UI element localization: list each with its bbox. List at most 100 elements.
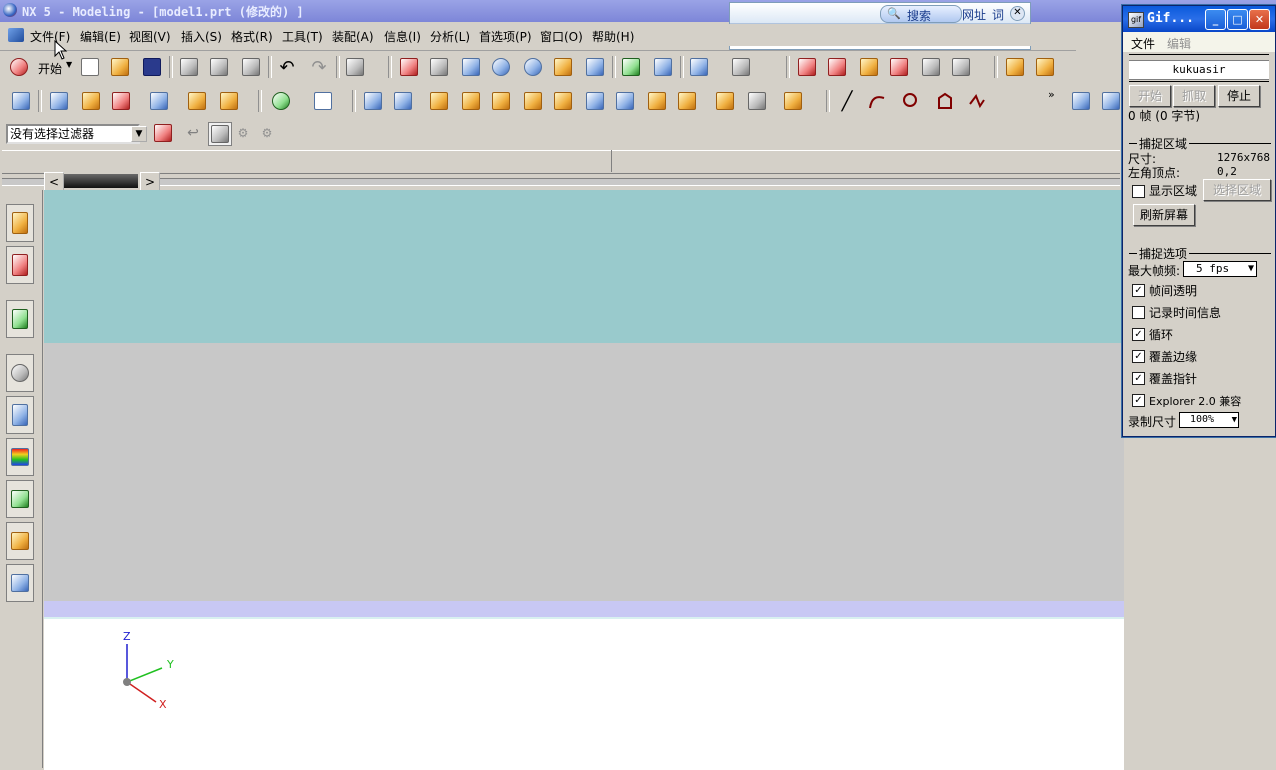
color-palette-icon[interactable] [6,438,34,476]
minimize-button[interactable]: _ [1205,9,1226,30]
measure-distance-icon[interactable] [1004,56,1026,78]
selection-filter-select[interactable]: 没有选择过滤器 [6,124,140,144]
extrude-icon[interactable] [48,90,70,112]
show-area-checkbox[interactable] [1132,185,1145,198]
pan-icon[interactable] [552,56,574,78]
option-checkbox-0[interactable]: ✓ [1132,284,1145,297]
close-button[interactable]: ✕ [1249,9,1270,30]
zoom-icon[interactable] [490,56,512,78]
cone-icon[interactable] [490,90,512,112]
menu-analysis[interactable]: 分析(L) [430,28,470,45]
circle-icon[interactable] [898,90,920,112]
select-general-icon[interactable] [152,122,174,144]
option-checkbox-4[interactable]: ✓ [1132,372,1145,385]
option-checkbox-2[interactable]: ✓ [1132,328,1145,341]
measure-angle-icon[interactable] [1034,56,1056,78]
clock-icon[interactable] [6,354,34,392]
open-folder-icon[interactable] [109,56,131,78]
groove-icon[interactable] [614,90,636,112]
surface-icon[interactable] [1070,90,1092,112]
paste-icon[interactable] [240,56,262,78]
arc-icon[interactable] [866,90,888,112]
datum-csys-icon[interactable] [218,90,240,112]
sphere-icon[interactable] [522,90,544,112]
wcs-rotate-icon[interactable] [858,56,880,78]
palette-list-icon[interactable] [6,396,34,434]
undo-icon[interactable]: ↶ [276,56,298,78]
fit-view-icon[interactable] [398,56,420,78]
shell-icon[interactable] [782,90,804,112]
cylinder-icon[interactable] [460,90,482,112]
sketch-icon[interactable] [10,90,32,112]
start-label[interactable]: 开始 [38,60,62,77]
hole-icon[interactable] [552,90,574,112]
emboss-icon[interactable] [676,90,698,112]
menu-info[interactable]: 信息(I) [384,28,421,45]
block-icon[interactable] [428,90,450,112]
cut-icon[interactable] [178,56,200,78]
menu-edit[interactable]: 编辑(E) [80,28,121,45]
scroll-left-icon[interactable]: < [44,172,64,192]
max-fps-select[interactable]: 5 fps ▼ [1183,261,1257,277]
line-icon[interactable]: ╱ [836,90,858,112]
slot-icon[interactable] [584,90,606,112]
users-icon[interactable] [6,522,34,560]
save-icon[interactable] [141,56,163,78]
option-checkbox-5[interactable]: ✓ [1132,394,1145,407]
select-undo-icon[interactable]: ↩ [182,122,204,144]
maximize-button[interactable]: □ [1227,9,1248,30]
boss-icon[interactable] [362,90,384,112]
gif-menu-edit[interactable]: 编辑 [1167,35,1191,52]
select-feature-icon[interactable]: ⚙ [232,122,254,144]
datum-axis-icon[interactable] [186,90,208,112]
toolbar-overflow-icon[interactable]: » [1048,88,1055,101]
menu-view[interactable]: 视图(V) [129,28,171,45]
part-navigator-icon[interactable] [6,246,34,284]
search-close-icon[interactable]: ✕ [1010,6,1025,21]
wcs-save-icon[interactable] [950,56,972,78]
gif-start-button[interactable]: 开始 [1129,85,1171,107]
refresh-screen-button[interactable]: 刷新屏幕 [1133,204,1195,226]
rotate-icon[interactable] [522,56,544,78]
gif-menu-file[interactable]: 文件 [1131,35,1155,52]
copy-icon[interactable] [208,56,230,78]
wcs-orient-icon[interactable] [888,56,910,78]
orient-view-icon[interactable] [688,56,710,78]
point-icon[interactable] [270,90,292,112]
history-icon[interactable] [6,300,34,338]
menu-window[interactable]: 窗口(O) [540,28,583,45]
edge-blend-icon[interactable] [714,90,736,112]
select-face-icon[interactable] [208,122,232,146]
roles-icon[interactable] [6,480,34,518]
render-style-icon[interactable] [730,56,752,78]
menu-help[interactable]: 帮助(H) [592,28,634,45]
start-dropdown-icon[interactable]: ▼ [66,60,72,69]
gif-grab-button[interactable]: 抓取 [1173,85,1215,107]
perspective-icon[interactable] [584,56,606,78]
shaded-icon[interactable] [428,56,450,78]
move-to-layer-icon[interactable] [652,56,674,78]
menu-insert[interactable]: 插入(S) [181,28,222,45]
word-label[interactable]: 词 [992,6,1004,23]
datum-plane-icon[interactable] [148,90,170,112]
pocket-icon[interactable] [392,90,414,112]
spline-icon[interactable] [966,90,988,112]
sweep-icon[interactable] [110,90,132,112]
filter-dropdown-icon[interactable]: ▼ [131,126,147,142]
menu-format[interactable]: 格式(R) [231,28,273,45]
start-button[interactable] [8,56,30,78]
assembly-navigator-icon[interactable] [6,204,34,242]
profile-icon[interactable] [934,90,956,112]
wcs-dynamics-icon[interactable] [826,56,848,78]
select-body-icon[interactable]: ⚙ [256,122,278,144]
tab-scroll-thumb[interactable] [64,174,138,188]
rectangle-icon[interactable] [312,90,334,112]
wcs-display-icon[interactable] [920,56,942,78]
pad-icon[interactable] [646,90,668,112]
option-checkbox-1[interactable] [1132,306,1145,319]
menu-tools[interactable]: 工具(T) [282,28,323,45]
zoom-window-icon[interactable] [460,56,482,78]
gif-stop-button[interactable]: 停止 [1218,85,1260,107]
url-label[interactable]: 网址 [962,6,986,23]
search-button[interactable]: 🔍 搜索 [880,5,962,23]
